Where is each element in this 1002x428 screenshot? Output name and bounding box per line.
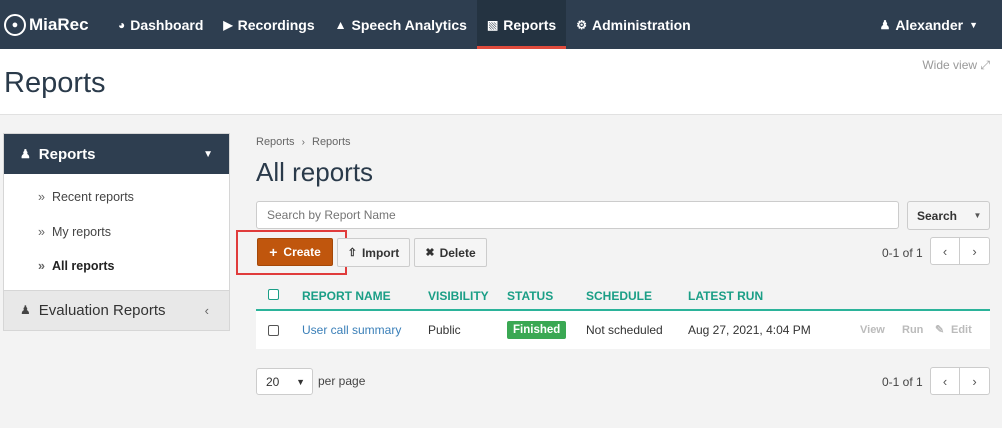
chevron-right-icon: › [301,137,305,148]
wide-view-label: Wide view [922,58,978,72]
nav-recordings[interactable]: ▶ Recordings [213,0,324,49]
caret-down-icon: ▼ [973,211,982,220]
edit-action[interactable]: Edit [951,324,972,336]
import-button[interactable]: ⇧ Import [337,238,410,267]
column-header-schedule[interactable]: SCHEDULE [586,289,652,303]
status-badge: Finished [507,321,567,339]
upload-icon: ⇧ [347,247,357,259]
delete-button[interactable]: ✖ Delete [414,238,487,267]
bar-chart-icon: ▧ [486,17,499,32]
chevron-left-icon: ‹ [942,243,948,259]
pagination-info-bottom: 0-1 of 1 [882,375,923,389]
user-icon: ♟ [879,17,891,32]
chevron-left-icon: ‹ [204,302,209,318]
close-icon: ✖ [425,247,435,259]
sidebar-section-label: Reports [38,145,96,163]
prev-page-button-bottom[interactable]: ‹ [930,367,960,395]
nav-speech-analytics-label: Speech Analytics [351,16,467,33]
brand-logo[interactable]: ● MiaRec [0,0,110,49]
chevron-right-icon: › [972,243,977,259]
double-chevron-right-icon: » [38,224,45,239]
nav-reports-label: Reports [503,16,557,33]
latest-run-cell: Aug 27, 2021, 4:04 PM [688,323,811,337]
sidebar-item-label: All reports [51,259,115,274]
sidebar-group-label: Evaluation Reports [38,301,166,319]
double-chevron-right-icon: » [38,190,45,205]
area-chart-icon: ▲ [334,17,347,32]
schedule-cell: Not scheduled [586,323,663,337]
nav-dashboard-label: Dashboard [130,16,204,33]
search-dropdown-toggle[interactable]: ▼ [966,201,990,230]
nav-dashboard[interactable]: ◕ Dashboard [110,0,213,49]
top-navbar: ● MiaRec ◕ Dashboard ▶ Recordings ▲ Spee… [0,0,1002,49]
breadcrumb-item[interactable]: Reports [256,136,295,148]
gear-icon: ⚙ [576,17,587,32]
page-title: Reports [4,67,106,99]
user-icon: ♟ [20,303,31,317]
sidebar-item-label: My reports [51,224,111,239]
chevron-down-icon: ▼ [203,148,213,160]
brand-name: MiaRec [29,14,89,34]
select-all-checkbox[interactable] [268,289,279,300]
sidebar-item-recent-reports[interactable]: » Recent reports [4,180,229,215]
sidebar-section-reports[interactable]: ♟ Reports ▼ [4,134,229,174]
visibility-cell: Public [428,323,461,337]
table-header: REPORT NAME VISIBILITY STATUS SCHEDULE L… [256,283,990,311]
nav-speech-analytics[interactable]: ▲ Speech Analytics [325,0,477,49]
double-chevron-right-icon: » [38,259,45,274]
per-page-value: 20 [266,374,280,389]
expand-icon: ⤢ [980,58,990,72]
column-header-status[interactable]: STATUS [507,289,553,303]
breadcrumb: Reports › Reports [256,136,351,148]
chevron-left-icon: ‹ [942,373,948,389]
row-checkbox[interactable] [268,325,279,336]
prev-page-button[interactable]: ‹ [930,237,960,265]
delete-button-label: Delete [439,245,476,260]
search-button[interactable]: Search [907,201,967,230]
page-header: Reports Wide view ⤢ [0,49,1002,115]
sidebar-item-all-reports[interactable]: » All reports [4,249,229,284]
sidebar: ♟ Reports ▼ » Recent reports » My report… [3,133,230,331]
create-button[interactable]: + Create [257,238,333,266]
user-name: Alexander [895,16,964,33]
sidebar-submenu: » Recent reports » My reports » All repo… [4,174,229,290]
chevron-down-icon: ▼ [296,376,305,387]
column-header-report-name[interactable]: REPORT NAME [302,289,391,303]
table-row: User call summary Public Finished Not sc… [256,311,990,349]
create-button-label: Create [283,245,321,259]
main-title: All reports [256,157,374,187]
per-page-select[interactable]: 20 ▼ [256,368,313,395]
dashboard-icon: ◕ [118,17,126,32]
breadcrumb-item: Reports [312,136,351,148]
search-input[interactable] [256,201,899,229]
chevron-right-icon: › [972,373,977,389]
wide-view-toggle[interactable]: Wide view ⤢ [922,58,990,73]
import-button-label: Import [361,245,400,260]
nav-recordings-label: Recordings [237,16,315,33]
caret-down-icon: ▼ [969,19,978,30]
plus-icon: + [269,244,278,260]
user-icon: ♟ [20,147,31,161]
column-header-visibility[interactable]: VISIBILITY [428,289,489,303]
sidebar-item-label: Recent reports [51,190,134,205]
edit-icon: ✎ [935,324,945,336]
per-page-label: per page [318,374,366,388]
nav-reports[interactable]: ▧ Reports [476,0,567,49]
play-icon: ▶ [223,17,233,32]
report-name-link[interactable]: User call summary [302,323,401,337]
column-header-latest-run[interactable]: LATEST RUN [688,289,763,303]
pagination-info: 0-1 of 1 [882,246,923,260]
run-action[interactable]: Run [902,324,923,336]
next-page-button-bottom[interactable]: › [960,367,990,395]
sidebar-item-my-reports[interactable]: » My reports [4,215,229,250]
nav-administration[interactable]: ⚙ Administration [566,0,701,49]
sidebar-section-evaluation-reports[interactable]: ♟ Evaluation Reports ‹ [4,289,229,330]
logo-icon: ● [4,13,26,36]
user-menu[interactable]: ♟ Alexander ▼ [880,0,978,49]
view-action[interactable]: View [860,324,885,336]
nav-administration-label: Administration [591,16,691,33]
next-page-button[interactable]: › [960,237,990,265]
